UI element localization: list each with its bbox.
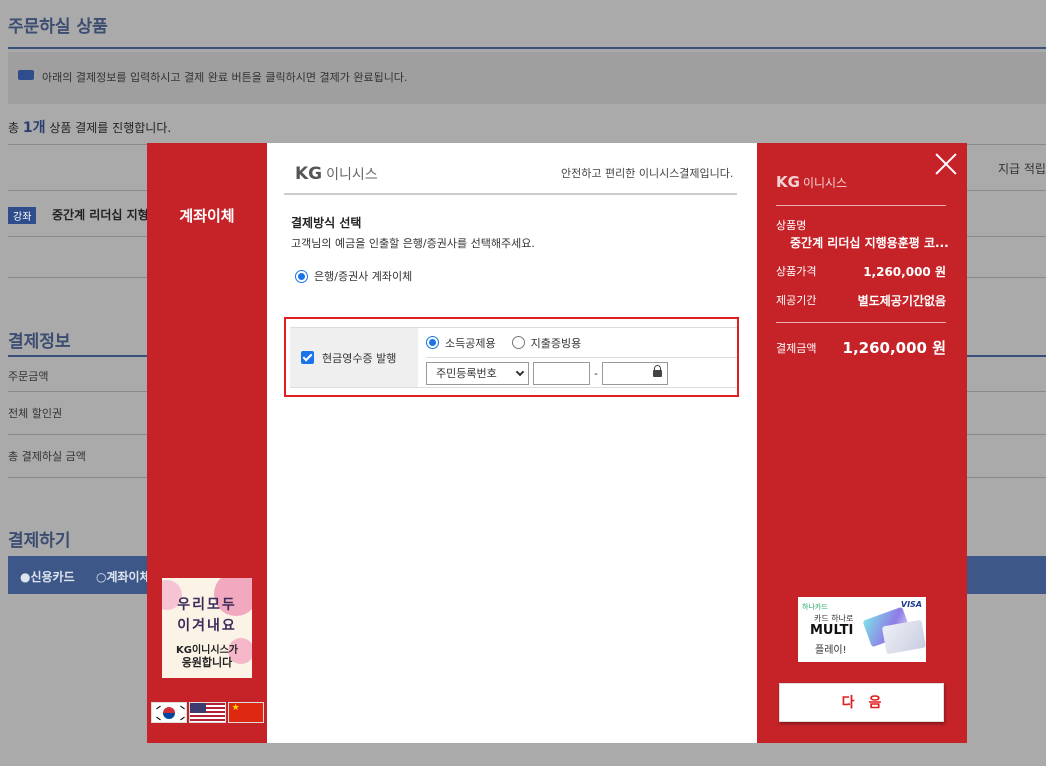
period-label: 제공기간 [776,294,817,307]
notice-text: 아래의 결제정보를 입력하시고 결제 완료 버튼을 클릭하시면 결제가 완료됩니… [42,71,408,84]
pay-title: 결제하기 [8,531,71,551]
id-number-front-input[interactable] [533,361,590,385]
bank-transfer-label: 은행/증권사 계좌이체 [314,270,413,283]
receipt-number-row: 주민등록번호 - [426,359,737,387]
next-button[interactable]: 다음 [779,683,944,722]
product-badge: 강좌 [8,207,37,224]
payment-form: KG 이니시스 안전하고 편리한 이니시스결제입니다. 결제방식 선택 고객님의 … [267,143,757,743]
cash-receipt-checkbox[interactable] [301,351,314,364]
card-image [881,619,926,655]
flag-canton [190,703,207,713]
amount-label: 결제금액 [776,342,817,355]
id-type-select[interactable]: 주민등록번호 [426,361,529,385]
card-ad-banner[interactable]: 하나카드 VISA 카드 하나로 MULTI 플레이! [798,597,926,662]
notice-icon [18,70,34,80]
payment-modal: 계좌이체 우리모두 이겨내요 KG이니시스가 응원합니다 ★ KG 이니시스 안… [147,143,967,743]
amount-value: 1,260,000 원 [842,339,946,357]
section-title: 결제방식 선택 [291,216,362,230]
pay-option-transfer[interactable]: ○계좌이체 [96,568,151,585]
bank-transfer-radio[interactable] [295,269,308,283]
title-divider [8,47,1046,49]
expense-proof-radio[interactable] [511,336,525,349]
trigram [180,716,185,721]
count-prefix: 총 [8,121,20,135]
count-suffix: 상품 결제를 진행합니다. [49,121,172,135]
bank-transfer-option[interactable]: 은행/증권사 계좌이체 [295,268,412,284]
order-count: 총 1개 상품 결제를 진행합니다. [8,117,171,137]
product-name: 중간계 리더십 지형 [52,208,149,222]
expense-proof-label[interactable]: 지출증빙용 [531,335,582,351]
page-title: 주문하실 상품 [8,17,108,37]
promo-text: 응원합니다 [181,656,233,669]
china-flag-icon[interactable]: ★ [227,702,264,723]
tab-account-transfer[interactable]: 계좌이체 [147,205,267,226]
price-value: 1,260,000 원 [863,265,946,279]
row-order-amount: 주문금액 [8,370,49,383]
trigram [156,716,161,721]
flag-star: ★ [231,703,240,713]
promo-text: 이겨내요 [177,618,237,634]
trigram [156,705,161,710]
payinfo-title: 결제정보 [8,332,71,352]
left-panel: 계좌이체 우리모두 이겨내요 KG이니시스가 응원합니다 ★ [147,143,267,743]
card-ad-text: 플레이! [815,645,847,656]
card-brand: 하나카드 [802,603,828,611]
section-description: 고객님의 예금을 인출할 은행/증권사를 선택해주세요. [291,237,535,250]
summary-divider [776,205,946,206]
cash-receipt-checkbox-cell[interactable]: 현금영수증 발행 [290,328,418,387]
korea-flag-icon[interactable] [151,702,188,723]
close-icon[interactable] [934,152,958,176]
promo-text: 우리모두 [177,597,237,613]
product-name-label: 상품명 [776,219,807,232]
usa-flag-icon[interactable] [189,702,226,723]
row-discount: 전체 할인권 [8,407,63,420]
logo-inicis: 이니시스 [802,176,848,190]
tagline: 안전하고 편리한 이니시스결제입니다. [561,167,734,180]
card-ad-text: MULTI [810,623,854,638]
lock-icon [652,364,662,377]
income-deduction-label[interactable]: 소득공제용 [445,335,496,351]
count-value: 1개 [22,120,46,136]
visa-logo: VISA [900,600,922,609]
row-total: 총 결제하실 금액 [8,450,86,463]
kg-inicis-logo: KG 이니시스 [776,173,847,191]
logo-kg: KG [295,164,323,184]
id-separator: - [594,366,598,380]
taegeuk-symbol [163,707,175,719]
product-name-value: 중간계 리더십 지행용훈평 코... [790,236,949,250]
id-number-back-input[interactable] [601,361,668,385]
promo-banner[interactable]: 우리모두 이겨내요 KG이니시스가 응원합니다 [162,578,252,678]
notice-box: 아래의 결제정보를 입력하시고 결제 완료 버튼을 클릭하시면 결제가 완료됩니… [8,52,1046,104]
receipt-type-row: 소득공제용 지출증빙용 [426,328,737,358]
summary-divider [776,322,946,323]
price-label: 상품가격 [776,265,817,278]
logo-inicis: 이니시스 [326,167,378,183]
income-deduction-radio[interactable] [426,336,439,349]
kg-inicis-logo: KG 이니시스 [295,164,378,184]
cash-receipt-table: 현금영수증 발행 소득공제용 지출증빙용 주민등록번호 - [290,327,737,388]
chevron-down-icon [515,367,525,376]
cash-receipt-label: 현금영수증 발행 [322,351,397,365]
trigram [180,705,185,710]
language-flags: ★ [151,702,264,724]
cash-receipt-section: 현금영수증 발행 소득공제용 지출증빙용 주민등록번호 - [284,317,739,397]
id-type-value: 주민등록번호 [436,367,497,380]
order-summary-panel: KG 이니시스 상품명 중간계 리더십 지행용훈평 코... 상품가격 1,260… [757,143,967,743]
logo-kg: KG [776,173,800,191]
table-header-points: 지급 적립 [998,162,1046,176]
period-value: 별도제공기간없음 [857,294,946,308]
pay-option-card[interactable]: ●신용카드 [20,568,75,585]
header-divider [284,193,737,195]
